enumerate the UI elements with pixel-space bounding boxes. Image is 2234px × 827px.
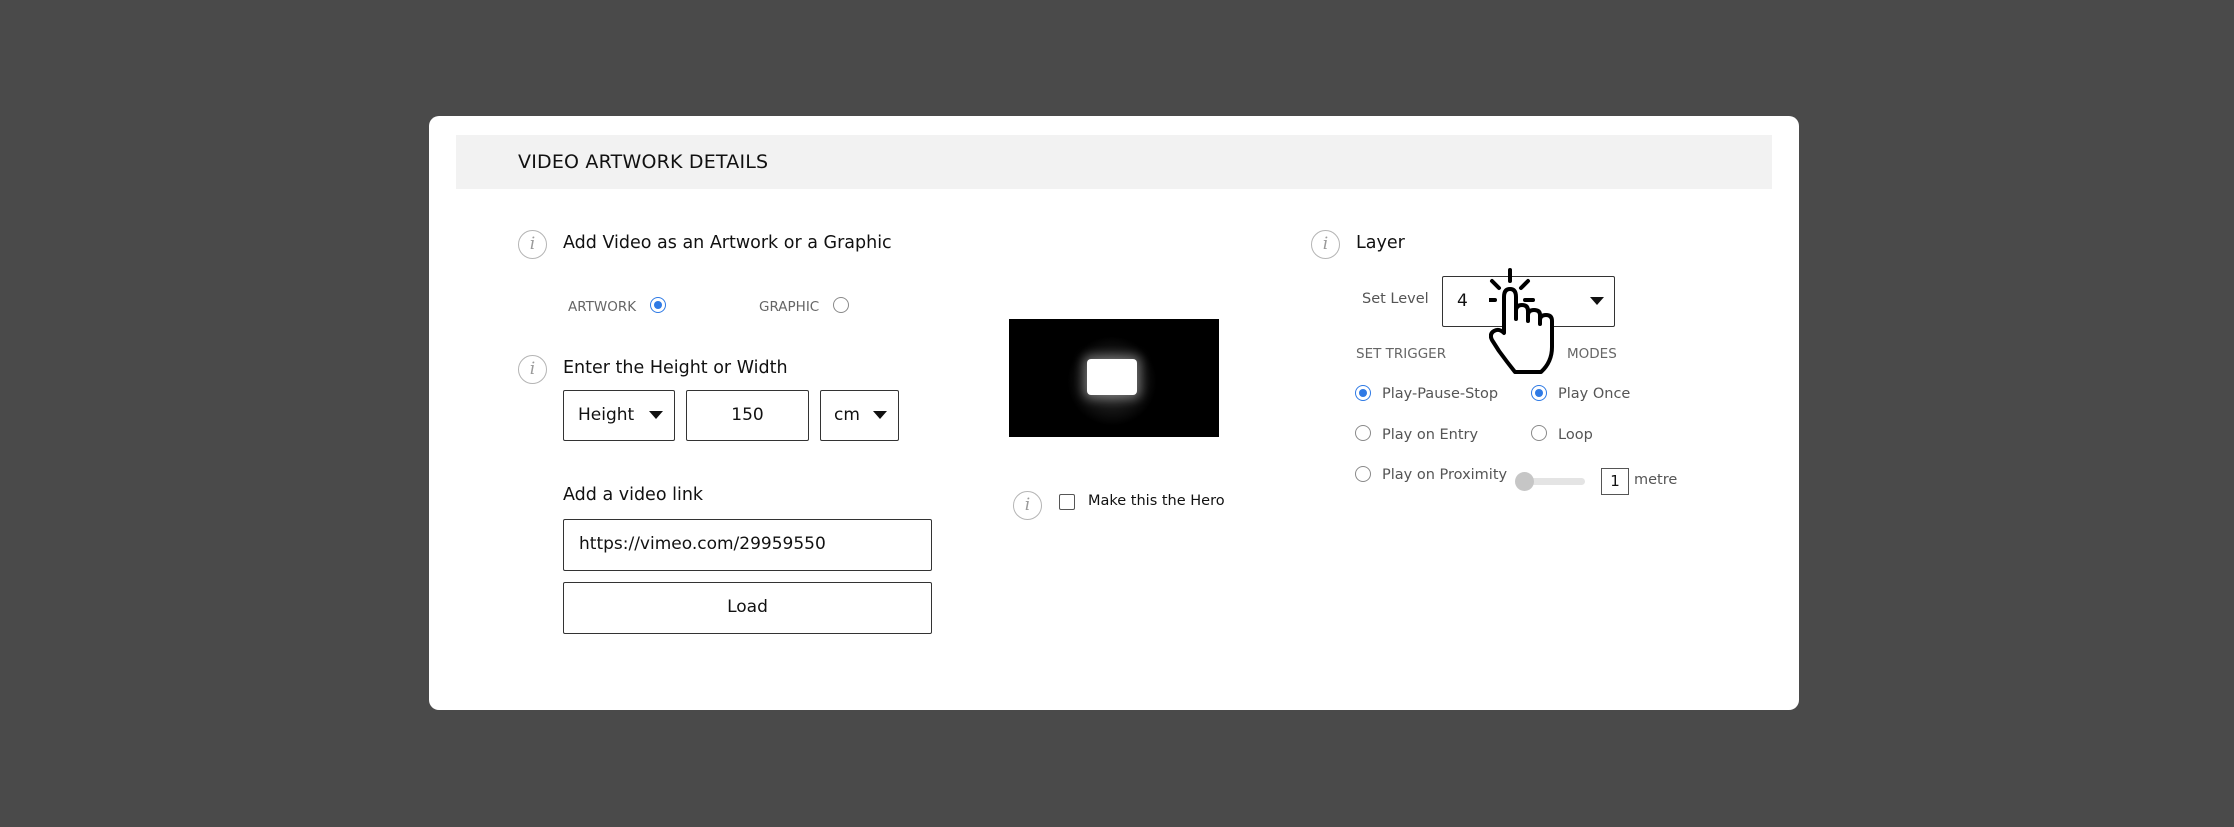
- video-link-input[interactable]: https://vimeo.com/29959550: [563, 519, 932, 571]
- hero-checkbox[interactable]: [1059, 494, 1075, 510]
- artwork-radio[interactable]: [650, 297, 666, 313]
- hero-label: Make this the Hero: [1088, 493, 1225, 509]
- card-header: VIDEO ARTWORK DETAILS: [456, 135, 1772, 189]
- dimensions-label: Enter the Height or Width: [563, 358, 788, 378]
- trigger-play-pause-stop-label: Play-Pause-Stop: [1382, 386, 1499, 402]
- preview-screen: [1087, 359, 1137, 395]
- layer-label: Layer: [1356, 233, 1405, 253]
- trigger-play-on-proximity-radio[interactable]: [1355, 466, 1371, 482]
- trigger-play-pause-stop-radio[interactable]: [1355, 385, 1371, 401]
- page-title: VIDEO ARTWORK DETAILS: [518, 151, 769, 173]
- mode-loop-label: Loop: [1558, 427, 1593, 443]
- caret-down-icon: [649, 411, 663, 419]
- caret-down-icon: [873, 411, 887, 419]
- info-icon[interactable]: i: [518, 355, 547, 384]
- dimension-select-value: Height: [578, 405, 635, 425]
- video-preview: [1009, 319, 1219, 437]
- info-icon[interactable]: i: [1013, 491, 1042, 520]
- dimension-select[interactable]: Height: [563, 390, 675, 441]
- set-trigger-label: SET TRIGGER: [1356, 346, 1447, 362]
- video-link-label: Add a video link: [563, 485, 704, 505]
- caret-down-icon: [1590, 297, 1604, 305]
- trigger-play-on-entry-radio[interactable]: [1355, 425, 1371, 441]
- mode-play-once-label: Play Once: [1558, 386, 1631, 402]
- dimension-value-input[interactable]: 150: [686, 390, 809, 441]
- video-artwork-details-card: VIDEO ARTWORK DETAILS i Add Video as an …: [429, 116, 1799, 710]
- proximity-value-input[interactable]: 1: [1601, 468, 1629, 495]
- hand-pointer-cursor-icon: [1489, 268, 1554, 374]
- mode-play-once-radio[interactable]: [1531, 385, 1547, 401]
- info-icon[interactable]: i: [518, 230, 547, 259]
- unit-select-value: cm: [834, 405, 860, 425]
- proximity-slider-handle[interactable]: [1515, 472, 1534, 491]
- trigger-play-on-proximity-label: Play on Proximity: [1382, 467, 1508, 483]
- artwork-type-label: Add Video as an Artwork or a Graphic: [563, 233, 892, 253]
- graphic-radio[interactable]: [833, 297, 849, 313]
- load-button[interactable]: Load: [563, 582, 932, 634]
- proximity-unit-label: metre: [1634, 472, 1678, 488]
- mode-loop-radio[interactable]: [1531, 425, 1547, 441]
- info-icon[interactable]: i: [1311, 230, 1340, 259]
- artwork-option-label: ARTWORK: [568, 299, 637, 315]
- level-select-value: 4: [1457, 291, 1468, 311]
- set-level-label: Set Level: [1362, 291, 1429, 307]
- graphic-option-label: GRAPHIC: [759, 299, 820, 315]
- unit-select[interactable]: cm: [820, 390, 899, 441]
- trigger-play-on-entry-label: Play on Entry: [1382, 427, 1479, 443]
